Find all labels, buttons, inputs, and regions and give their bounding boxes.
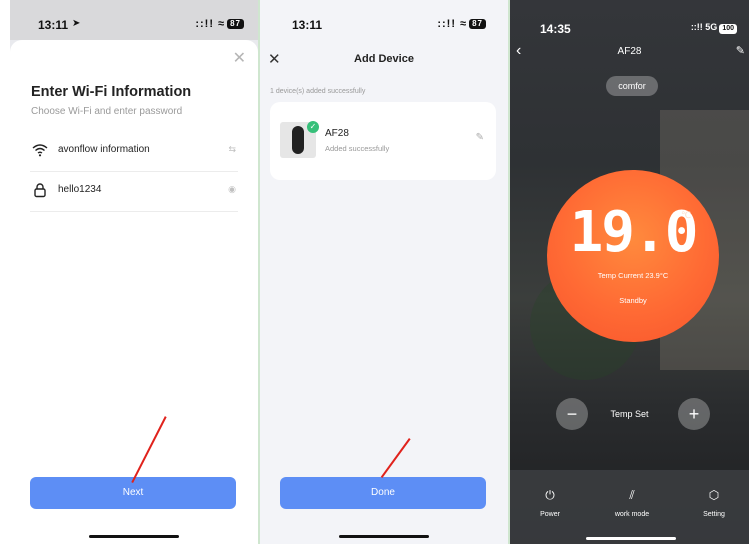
ssid-value: avonflow information bbox=[58, 144, 150, 155]
status-bar: 13:11 ➤ ::!! ≈87 bbox=[10, 0, 258, 40]
wifi-ssid-field[interactable]: avonflow information ⇆ bbox=[30, 136, 238, 172]
password-value: hello1234 bbox=[58, 184, 102, 195]
lock-icon bbox=[34, 183, 46, 198]
page-title: Add Device bbox=[354, 53, 414, 65]
work-mode-label: work mode bbox=[614, 511, 650, 518]
state-label: Standby bbox=[619, 296, 647, 305]
power-label: Power bbox=[540, 511, 560, 518]
home-indicator bbox=[586, 537, 676, 540]
added-count-text: 1 device(s) added successfully bbox=[270, 88, 366, 95]
battery-badge: 100 bbox=[719, 24, 737, 34]
status-icons: ::!! 5G 100 bbox=[691, 22, 737, 34]
power-button[interactable]: ⏻ Power bbox=[520, 488, 580, 518]
location-arrow-icon: ➤ bbox=[72, 18, 81, 29]
page-title: Enter Wi-Fi Information bbox=[31, 84, 192, 100]
wifi-sheet: ✕ Enter Wi-Fi Information Choose Wi-Fi a… bbox=[10, 40, 258, 544]
mode-pill[interactable]: comfor bbox=[606, 76, 658, 96]
wifi-password-field[interactable]: hello1234 ◉ bbox=[30, 176, 238, 212]
device-status: Added successfully bbox=[325, 144, 390, 153]
status-time: 14:35 bbox=[540, 22, 571, 36]
page-subtitle: Choose Wi-Fi and enter password bbox=[31, 106, 183, 117]
device-card[interactable]: ✓ AF28 Added successfully ✎ bbox=[270, 102, 496, 180]
temperature-value: 19.0 bbox=[569, 200, 699, 265]
thermostat-screen: 14:35 ::!! 5G 100 ‹ AF28 ✎ comfor 19.0 ℃ … bbox=[510, 0, 749, 544]
device-name: AF28 bbox=[325, 128, 349, 139]
home-indicator bbox=[339, 535, 429, 538]
temp-set-label: Temp Set bbox=[610, 409, 649, 419]
power-icon: ⏻ bbox=[545, 488, 555, 502]
status-time: 13:11 bbox=[38, 18, 69, 32]
status-icons: ::!! ≈87 bbox=[195, 18, 244, 30]
close-icon[interactable]: ✕ bbox=[233, 48, 246, 68]
wifi-info-screen: 13:11 ➤ ::!! ≈87 ✕ Enter Wi-Fi Informati… bbox=[10, 0, 258, 544]
edit-icon[interactable]: ✎ bbox=[476, 132, 484, 143]
switch-network-icon[interactable]: ⇆ bbox=[228, 144, 236, 155]
setting-button[interactable]: ⬡ Setting bbox=[684, 488, 744, 518]
check-icon: ✓ bbox=[307, 121, 319, 133]
eye-icon[interactable]: ◉ bbox=[228, 184, 236, 195]
status-icons: ::!! ≈87 bbox=[437, 18, 486, 30]
add-device-screen: 13:11 ::!! ≈87 ✕ Add Device 1 device(s) … bbox=[260, 0, 508, 544]
status-time: 13:11 bbox=[292, 18, 323, 32]
done-button[interactable]: Done bbox=[280, 477, 486, 509]
device-title: AF28 bbox=[617, 46, 642, 57]
setting-icon: ⬡ bbox=[708, 488, 720, 502]
wifi-icon bbox=[32, 144, 48, 157]
work-mode-icon: ⫽ bbox=[629, 488, 635, 502]
battery-badge: 87 bbox=[469, 19, 486, 30]
increase-button[interactable]: + bbox=[678, 398, 710, 430]
work-mode-button[interactable]: ⫽ work mode bbox=[602, 488, 662, 518]
home-indicator bbox=[89, 535, 179, 538]
edit-icon[interactable]: ✎ bbox=[736, 44, 745, 57]
setting-label: Setting bbox=[703, 511, 725, 518]
battery-badge: 87 bbox=[227, 19, 244, 30]
bottom-bar: ⏻ Power ⫽ work mode ⬡ Setting bbox=[510, 470, 749, 544]
unit-label: ℃ bbox=[681, 210, 692, 220]
temperature-dial: 19.0 ℃ Temp Current 23.9°C Standby bbox=[547, 170, 719, 342]
current-temp: Temp Current 23.9°C bbox=[597, 271, 669, 280]
